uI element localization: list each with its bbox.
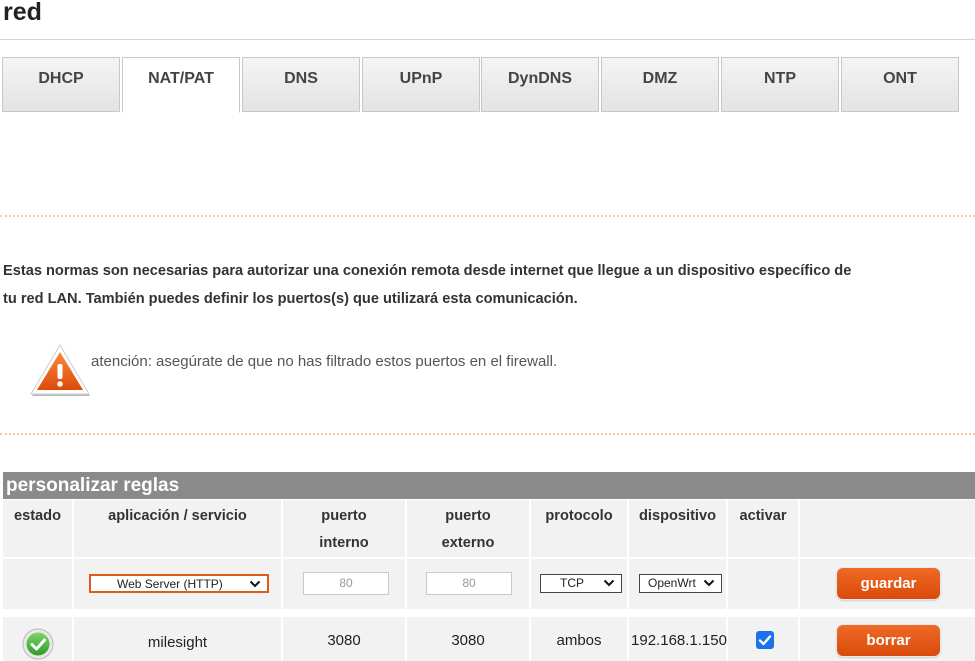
new-rule-internal-port-cell: 80 <box>283 559 405 609</box>
tab-bar: DHCP NAT/PAT DNS UPnP DynDNS DMZ NTP ONT <box>2 57 962 113</box>
external-port-input[interactable]: 80 <box>426 572 512 595</box>
tab-dmz[interactable]: DMZ <box>601 57 719 112</box>
intro-text: Estas normas son necesarias para autoriz… <box>3 257 975 313</box>
new-rule-protocol-cell: TCP <box>531 559 627 609</box>
tab-dns[interactable]: DNS <box>242 57 360 112</box>
title-divider <box>0 39 975 40</box>
table-header-row: estado aplicación / servicio puerto inter… <box>3 500 975 557</box>
protocol-select[interactable]: TCP <box>540 574 622 593</box>
rule-action-cell: borrar <box>800 617 975 661</box>
section-title: personalizar reglas <box>3 472 975 499</box>
rule-external-port-cell: 3080 <box>407 617 529 661</box>
checkmark-icon <box>758 635 772 646</box>
header-estado: estado <box>3 500 72 557</box>
rule-external-port: 3080 <box>451 632 485 649</box>
new-rule-external-port-cell: 80 <box>407 559 529 609</box>
rule-service: milesight <box>147 634 208 651</box>
device-select-value: OpenWrt <box>648 576 696 590</box>
rule-status-cell <box>3 617 72 661</box>
protocol-select-value: TCP <box>560 576 584 590</box>
delete-button[interactable]: borrar <box>837 625 940 656</box>
warning-text: atención: asegúrate de que no has filtra… <box>91 353 558 370</box>
chevron-down-icon <box>249 580 261 588</box>
check-circle-icon <box>22 628 54 660</box>
dotted-divider <box>0 215 975 217</box>
chevron-down-icon <box>703 579 715 587</box>
header-activar: activar <box>728 500 798 557</box>
rule-protocol-cell: ambos <box>531 617 627 661</box>
tab-nat-pat[interactable]: NAT/PAT <box>122 57 240 113</box>
tab-ont[interactable]: ONT <box>841 57 959 112</box>
tab-ntp[interactable]: NTP <box>721 57 839 112</box>
service-select-value: Web Server (HTTP) <box>117 577 223 591</box>
table-row: milesight 3080 3080 ambos 192.168.1.150 … <box>3 617 975 661</box>
header-actions <box>800 500 975 557</box>
intro-line-2: tu red LAN. También puedes definir los p… <box>3 291 578 307</box>
warning-icon <box>30 344 90 396</box>
header-dispositivo: dispositivo <box>629 500 726 557</box>
rule-activar-cell <box>728 617 798 661</box>
tab-upnp[interactable]: UPnP <box>362 57 480 112</box>
tab-dyndns[interactable]: DynDNS <box>481 57 599 112</box>
rule-device-cell: 192.168.1.150 <box>629 617 727 661</box>
new-rule-status-cell <box>3 559 72 609</box>
intro-line-1: Estas normas son necesarias para autoriz… <box>3 263 852 279</box>
new-rule-action-cell: guardar <box>800 559 975 609</box>
device-select[interactable]: OpenWrt <box>639 574 722 593</box>
rule-service-cell: milesight <box>74 617 281 661</box>
new-rule-activar-cell <box>728 559 798 609</box>
header-protocolo: protocolo <box>531 500 627 557</box>
activar-checkbox[interactable] <box>756 631 774 649</box>
rule-protocol: ambos <box>556 632 602 649</box>
header-aplicacion: aplicación / servicio <box>74 500 281 557</box>
internal-port-input[interactable]: 80 <box>303 572 389 595</box>
tab-dhcp[interactable]: DHCP <box>2 57 120 112</box>
dotted-divider-2 <box>0 433 975 435</box>
save-button[interactable]: guardar <box>837 568 940 599</box>
header-puerto-interno: puerto interno <box>283 500 405 557</box>
chevron-down-icon <box>603 579 615 587</box>
page-title: red <box>3 0 42 26</box>
rule-device: 192.168.1.150 <box>631 632 727 649</box>
header-puerto-externo: puerto externo <box>407 500 529 557</box>
service-select[interactable]: Web Server (HTTP) <box>89 574 269 593</box>
new-rule-service-cell: Web Server (HTTP) <box>74 559 281 609</box>
new-rule-row: Web Server (HTTP) 80 80 TCP OpenWrt guar… <box>3 559 975 609</box>
rule-internal-port: 3080 <box>327 632 361 649</box>
new-rule-device-cell: OpenWrt <box>629 559 726 609</box>
rule-internal-port-cell: 3080 <box>283 617 405 661</box>
